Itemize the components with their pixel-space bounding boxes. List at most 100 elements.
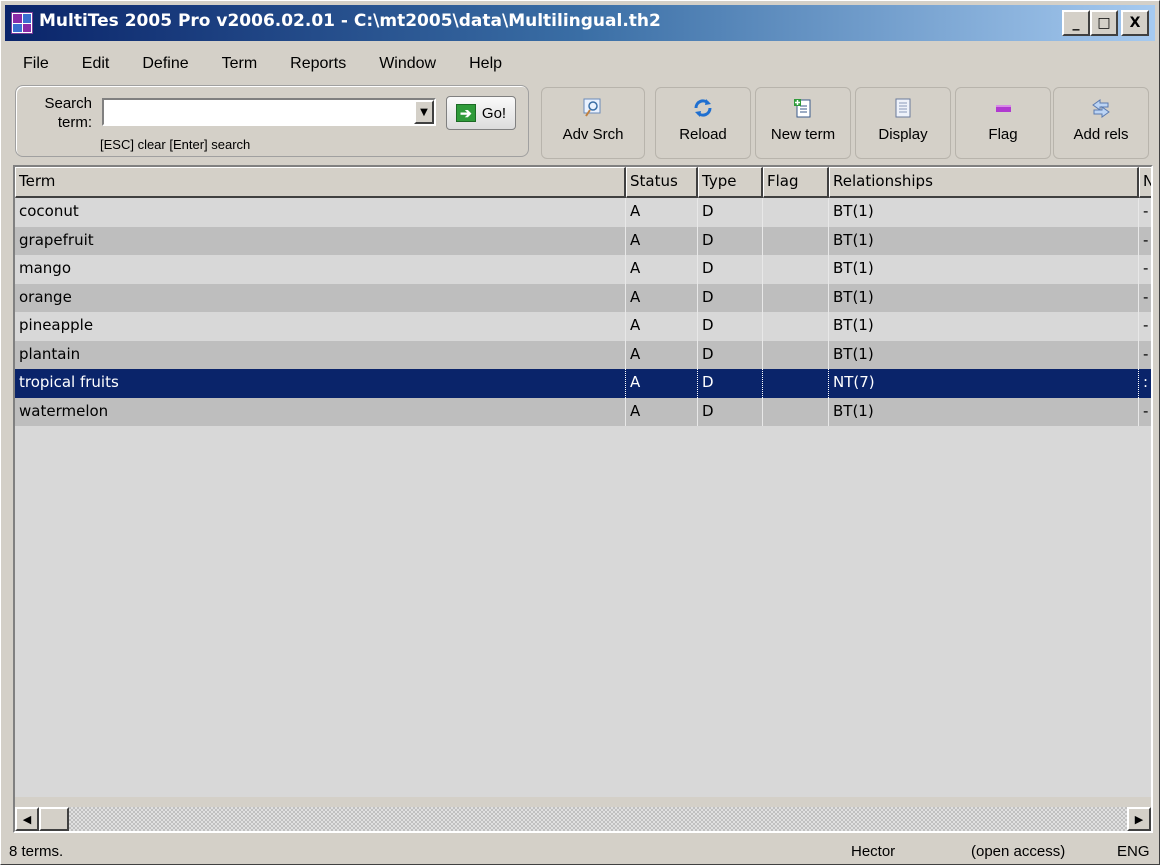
close-button[interactable]: X	[1121, 10, 1149, 36]
column-header-relationships[interactable]: Relationships	[829, 167, 1139, 198]
minimize-button[interactable]: _	[1062, 10, 1090, 36]
more-cell: :	[1139, 369, 1151, 398]
type-cell: D	[698, 369, 763, 398]
adv-search-label: Adv Srch	[562, 126, 624, 143]
menu-edit[interactable]: Edit	[62, 55, 123, 73]
more-cell: -	[1139, 284, 1151, 313]
column-header-term[interactable]: Term	[15, 167, 626, 198]
flag-cell	[763, 369, 829, 398]
horizontal-scrollbar[interactable]: ◀ ▶	[15, 807, 1151, 831]
menu-bar: File Edit Define Term Reports Window Hel…	[5, 49, 515, 79]
table-row[interactable]: watermelon A D BT(1) -	[15, 397, 1151, 426]
flag-label: Flag	[988, 126, 1018, 143]
term-cell: pineapple	[15, 312, 626, 341]
table-row[interactable]: plantain A D BT(1) -	[15, 340, 1151, 370]
type-cell: D	[698, 312, 763, 341]
relationships-cell: BT(1)	[829, 283, 1139, 312]
flag-cell	[763, 312, 829, 341]
go-button[interactable]: ➔ Go!	[446, 96, 516, 130]
go-button-label: Go!	[481, 104, 507, 122]
status-cell: A	[626, 198, 698, 227]
type-cell: D	[698, 340, 763, 369]
term-cell: plantain	[15, 340, 626, 369]
table-row[interactable]: orange A D BT(1) -	[15, 283, 1151, 313]
status-cell: A	[626, 340, 698, 369]
new-document-icon	[791, 96, 815, 120]
scroll-right-button[interactable]: ▶	[1127, 807, 1151, 831]
display-button[interactable]: Display	[855, 87, 951, 159]
grid-rows: coconut A D BT(1) - grapefruit A D BT(1)…	[15, 198, 1151, 426]
more-cell: -	[1139, 198, 1151, 227]
relationships-cell: NT(7)	[829, 369, 1139, 398]
scroll-left-button[interactable]: ◀	[15, 807, 39, 831]
relationships-cell: BT(1)	[829, 340, 1139, 369]
new-term-button[interactable]: New term	[755, 87, 851, 159]
window-controls: _ □ X	[1062, 10, 1149, 36]
adv-search-button[interactable]: Adv Srch	[541, 87, 645, 159]
menu-reports[interactable]: Reports	[270, 55, 359, 73]
table-row[interactable]: grapefruit A D BT(1) -	[15, 226, 1151, 255]
relationships-cell: BT(1)	[829, 312, 1139, 341]
more-cell: -	[1139, 341, 1151, 370]
refresh-icon	[691, 96, 715, 120]
flag-icon	[991, 96, 1015, 120]
column-header-flag[interactable]: Flag	[763, 167, 829, 198]
menu-window[interactable]: Window	[359, 55, 449, 73]
new-term-label: New term	[770, 126, 836, 143]
title-bar[interactable]: MultiTes 2005 Pro v2006.02.01 - C:\mt200…	[5, 5, 1155, 41]
arrow-right-icon: ➔	[455, 104, 476, 122]
search-group: Search term: ▼ ➔ Go! [ESC] clear [Enter]…	[15, 85, 529, 157]
menu-help[interactable]: Help	[449, 55, 515, 73]
main-window: MultiTes 2005 Pro v2006.02.01 - C:\mt200…	[0, 0, 1160, 865]
table-row[interactable]: coconut A D BT(1) -	[15, 198, 1151, 227]
flag-cell	[763, 340, 829, 369]
display-label: Display	[878, 126, 928, 143]
search-label-line2: term:	[57, 114, 92, 131]
magnifier-icon	[581, 96, 605, 120]
status-cell: A	[626, 283, 698, 312]
flag-cell	[763, 226, 829, 255]
more-cell: -	[1139, 255, 1151, 284]
column-header-status[interactable]: Status	[626, 167, 698, 198]
reload-label: Reload	[679, 126, 727, 143]
search-input[interactable]	[102, 98, 436, 126]
column-header-type[interactable]: Type	[698, 167, 763, 198]
flag-cell	[763, 283, 829, 312]
scroll-thumb[interactable]	[39, 807, 69, 831]
search-dropdown-button[interactable]: ▼	[414, 100, 434, 124]
status-cell: A	[626, 312, 698, 341]
status-cell: A	[626, 397, 698, 426]
term-cell: watermelon	[15, 397, 626, 426]
relationships-cell: BT(1)	[829, 255, 1139, 284]
reload-button[interactable]: Reload	[655, 87, 751, 159]
type-cell: D	[698, 397, 763, 426]
menu-define[interactable]: Define	[122, 55, 201, 73]
chevron-down-icon: ▼	[420, 106, 428, 118]
table-row-selected[interactable]: tropical fruits A D NT(7) :	[15, 369, 1151, 398]
column-header-more[interactable]: N	[1139, 167, 1151, 198]
document-icon	[891, 96, 915, 120]
term-cell: mango	[15, 255, 626, 284]
user-name: Hector	[851, 843, 896, 860]
add-rels-label: Add rels	[1073, 126, 1129, 143]
flag-cell	[763, 255, 829, 284]
type-cell: D	[698, 198, 763, 227]
table-row[interactable]: mango A D BT(1) -	[15, 255, 1151, 284]
status-cell: A	[626, 255, 698, 284]
chevron-right-icon: ▶	[1134, 812, 1144, 826]
add-relationships-button[interactable]: Add rels	[1053, 87, 1149, 159]
chevron-left-icon: ◀	[22, 812, 32, 826]
status-cell: A	[626, 226, 698, 255]
type-cell: D	[698, 255, 763, 284]
grid-body: Term Status Type Flag Relationships N co…	[15, 167, 1151, 797]
menu-file[interactable]: File	[5, 55, 62, 73]
status-bar: 8 terms. Hector (open access) ENG	[5, 839, 1157, 863]
table-row[interactable]: pineapple A D BT(1) -	[15, 312, 1151, 341]
term-cell: orange	[15, 283, 626, 312]
app-icon[interactable]	[11, 12, 33, 34]
term-count: 8 terms.	[9, 843, 64, 860]
menu-term[interactable]: Term	[202, 55, 271, 73]
arrows-icon	[1089, 96, 1113, 120]
maximize-button[interactable]: □	[1090, 10, 1118, 36]
flag-button[interactable]: Flag	[955, 87, 1051, 159]
